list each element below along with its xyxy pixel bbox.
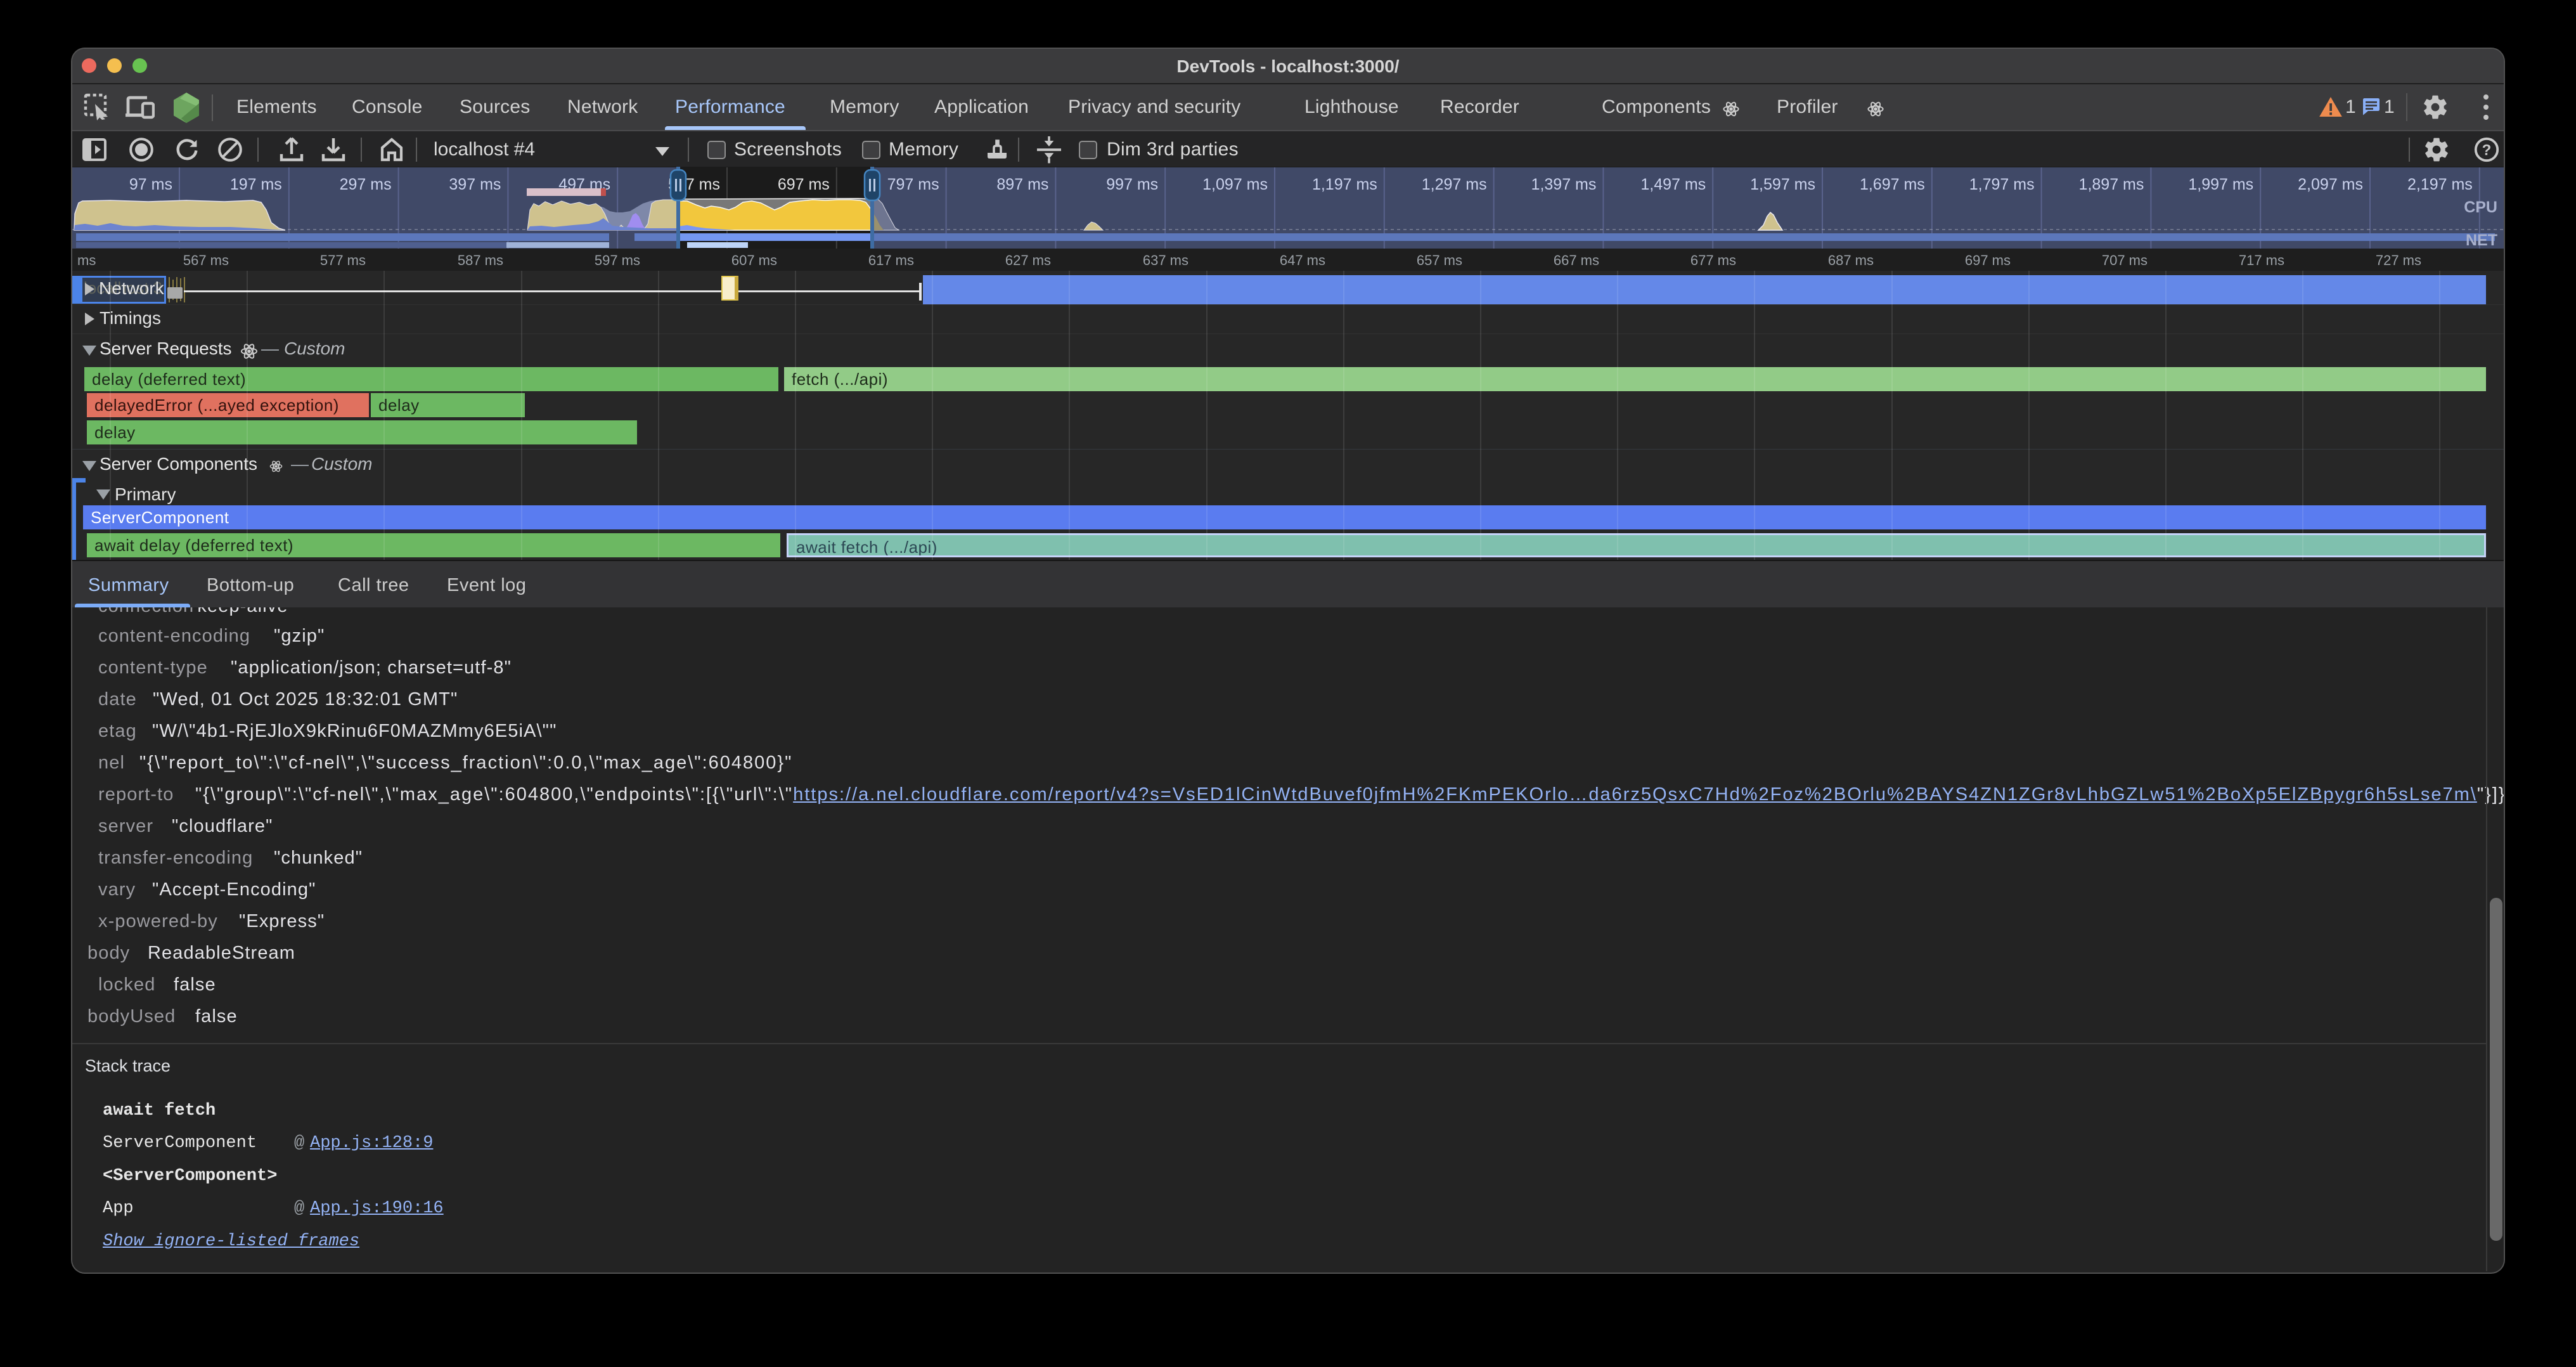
svg-text:1,597 ms: 1,597 ms — [1750, 176, 1815, 193]
svg-text:NET: NET — [2466, 231, 2497, 249]
svg-text:1,297 ms: 1,297 ms — [1422, 176, 1487, 193]
svg-text:1,197 ms: 1,197 ms — [1312, 176, 1377, 193]
svg-text:1,397 ms: 1,397 ms — [1531, 176, 1597, 193]
svg-text:2,197 ms: 2,197 ms — [2407, 176, 2473, 193]
svg-text:697 ms: 697 ms — [778, 176, 830, 193]
svg-text:797 ms: 797 ms — [887, 176, 939, 193]
svg-text:997 ms: 997 ms — [1106, 176, 1158, 193]
svg-text:1,897 ms: 1,897 ms — [2079, 176, 2144, 193]
svg-text:1,097 ms: 1,097 ms — [1202, 176, 1268, 193]
svg-text:897 ms: 897 ms — [996, 176, 1048, 193]
svg-text:CPU: CPU — [2464, 198, 2497, 216]
svg-text:1,997 ms: 1,997 ms — [2188, 176, 2253, 193]
svg-text:97 ms: 97 ms — [129, 176, 172, 193]
svg-text:197 ms: 197 ms — [230, 176, 282, 193]
svg-text:1,697 ms: 1,697 ms — [1860, 176, 1925, 193]
svg-text:1,797 ms: 1,797 ms — [1969, 176, 2035, 193]
svg-text:?: ? — [2482, 142, 2492, 159]
svg-text:1,497 ms: 1,497 ms — [1640, 176, 1706, 193]
svg-text:397 ms: 397 ms — [449, 176, 501, 193]
svg-text:297 ms: 297 ms — [340, 176, 392, 193]
svg-text:2,097 ms: 2,097 ms — [2298, 176, 2363, 193]
